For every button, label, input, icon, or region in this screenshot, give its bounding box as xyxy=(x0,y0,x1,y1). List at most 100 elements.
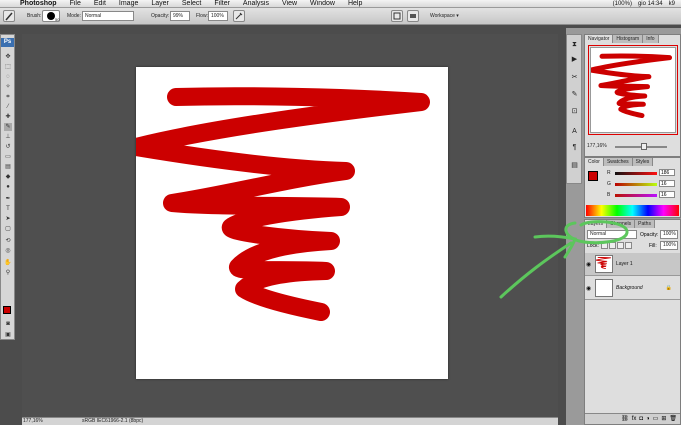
collapsed-panel-icons: ⧗ ▶ ✂ ✎ ⊡ A ¶ ▤ xyxy=(566,34,582,184)
brush-tool-icon[interactable]: ✎ xyxy=(4,123,12,131)
character-panel-icon[interactable]: A xyxy=(570,127,579,136)
history-panel-icon[interactable]: ⧗ xyxy=(570,40,579,49)
healing-tool-icon[interactable]: ✚ xyxy=(4,113,12,121)
navigator-zoom-knob[interactable] xyxy=(641,143,647,150)
color-g-slider[interactable] xyxy=(615,183,657,186)
tab-info[interactable]: Info xyxy=(643,35,659,43)
menu-file[interactable]: File xyxy=(70,0,81,8)
dodge-tool-icon[interactable]: ● xyxy=(4,183,12,191)
menu-view[interactable]: View xyxy=(282,0,297,8)
gradient-tool-icon[interactable]: ▤ xyxy=(4,163,12,171)
layer-opacity-field[interactable]: 100% xyxy=(660,230,678,239)
notes-panel-icon[interactable]: ▤ xyxy=(570,161,579,170)
adjustment-layer-icon[interactable]: ◑ xyxy=(646,414,650,424)
brushes-panel-icon[interactable]: ✎ xyxy=(570,90,579,99)
menu-edit[interactable]: Edit xyxy=(94,0,106,8)
battery-status[interactable]: (100%) xyxy=(613,0,632,8)
eyedropper-tool-icon[interactable]: ⁄ xyxy=(4,103,12,111)
move-tool-icon[interactable]: ✥ xyxy=(4,53,12,61)
fill-field[interactable]: 100% xyxy=(660,241,678,250)
color-profile[interactable]: sRGB IEC61966-2.1 (8bpc) xyxy=(82,418,143,425)
options-bar: Brush: 50 Mode: Normal Opacity: 99% Flow… xyxy=(0,8,681,25)
quick-mask-icon[interactable]: ◙ xyxy=(4,320,12,328)
marquee-tool-icon[interactable]: ⬚ xyxy=(4,63,12,71)
menu-image[interactable]: Image xyxy=(119,0,138,8)
menu-window[interactable]: Window xyxy=(310,0,335,8)
brush-size: 50 xyxy=(55,17,60,22)
layer-style-icon[interactable]: fx xyxy=(632,414,637,424)
tab-color[interactable]: Color xyxy=(585,158,604,166)
opacity-field[interactable]: 99% xyxy=(170,11,190,21)
3d-rotate-tool-icon[interactable]: ⟲ xyxy=(4,237,12,245)
clock[interactable]: gio 14:34 xyxy=(638,0,663,8)
eraser-tool-icon[interactable]: ▭ xyxy=(4,153,12,161)
menu-select[interactable]: Select xyxy=(182,0,201,8)
brush-picker[interactable]: 50 xyxy=(42,10,60,22)
tab-navigator[interactable]: Navigator xyxy=(585,35,614,43)
lock-icon: 🔒 xyxy=(665,285,672,291)
clone-source-icon[interactable]: ⊡ xyxy=(570,107,579,116)
layer-mask-icon[interactable]: ◘ xyxy=(639,414,643,424)
link-layers-icon[interactable]: ⛓ xyxy=(621,414,629,424)
3d-camera-tool-icon[interactable]: ◎ xyxy=(4,247,12,255)
bridge-button[interactable] xyxy=(407,10,419,22)
color-foreground-swatch[interactable] xyxy=(588,171,598,181)
menu-analysis[interactable]: Analysis xyxy=(243,0,269,8)
tab-paths[interactable]: Paths xyxy=(635,220,655,228)
color-b-label: B xyxy=(607,192,611,198)
new-group-icon[interactable]: ▭ xyxy=(653,414,659,424)
brush-icon xyxy=(5,12,13,21)
clone-stamp-tool-icon[interactable]: ⊥ xyxy=(4,133,12,141)
menu-filter[interactable]: Filter xyxy=(214,0,230,8)
user-name[interactable]: k9 xyxy=(669,0,675,8)
tool-presets-icon[interactable]: ✂ xyxy=(570,73,579,82)
blur-tool-icon[interactable]: ◆ xyxy=(4,173,12,181)
lasso-tool-icon[interactable]: ◌ xyxy=(4,73,12,81)
color-b-value[interactable]: 16 xyxy=(659,191,675,198)
navigator-zoom[interactable]: 177,16% xyxy=(587,143,607,149)
shape-tool-icon[interactable]: ▢ xyxy=(4,225,12,233)
mode-select[interactable]: Normal xyxy=(82,11,134,21)
flow-field[interactable]: 100% xyxy=(208,11,228,21)
crop-tool-icon[interactable]: ⌗ xyxy=(4,93,12,101)
menu-photoshop[interactable]: Photoshop xyxy=(20,0,57,8)
document-status-bar: 177,16% sRGB IEC61966-2.1 (8bpc) xyxy=(22,417,558,425)
menu-help[interactable]: Help xyxy=(348,0,362,8)
navigator-tabs: Navigator Histogram Info xyxy=(585,35,659,43)
hand-tool-icon[interactable]: ✋ xyxy=(4,259,12,267)
history-brush-tool-icon[interactable]: ↺ xyxy=(4,143,12,151)
airbrush-button[interactable] xyxy=(233,10,245,22)
foreground-color-swatch[interactable] xyxy=(3,306,11,314)
brushes-panel-button[interactable] xyxy=(391,10,403,22)
paragraph-panel-icon[interactable]: ¶ xyxy=(570,143,579,152)
tab-swatches[interactable]: Swatches xyxy=(603,158,633,166)
canvas[interactable] xyxy=(136,67,448,379)
annotation-arrow-and-circle xyxy=(499,220,629,299)
tab-histogram[interactable]: Histogram xyxy=(613,35,644,43)
screen-mode-icon[interactable]: ▣ xyxy=(4,331,12,339)
color-r-slider[interactable] xyxy=(615,172,657,175)
zoom-level[interactable]: 177,16% xyxy=(23,418,43,425)
zoom-tool-icon[interactable]: ⚲ xyxy=(4,269,12,277)
type-tool-icon[interactable]: T xyxy=(4,205,12,213)
color-g-value[interactable]: 16 xyxy=(659,180,675,187)
color-b-slider[interactable] xyxy=(615,194,657,197)
brush-tip-icon xyxy=(47,12,55,20)
mode-label: Mode: xyxy=(67,13,81,19)
color-r-value[interactable]: 186 xyxy=(659,169,675,176)
menu-bar: Photoshop File Edit Image Layer Select F… xyxy=(0,0,681,8)
flow-label: Flow: xyxy=(196,13,208,19)
navigator-scribble xyxy=(591,48,677,134)
menu-items: Photoshop File Edit Image Layer Select F… xyxy=(20,0,375,8)
navigator-thumbnail xyxy=(590,47,676,133)
menu-layer[interactable]: Layer xyxy=(151,0,169,8)
actions-panel-icon[interactable]: ▶ xyxy=(570,55,579,64)
pen-tool-icon[interactable]: ✒ xyxy=(4,195,12,203)
brush-tool-preset-button[interactable] xyxy=(3,10,15,22)
delete-layer-icon[interactable]: 🗑 xyxy=(669,414,677,424)
new-layer-icon[interactable]: ⊞ xyxy=(661,414,666,424)
workspace-menu[interactable]: Workspace ▾ xyxy=(430,13,459,19)
magic-wand-tool-icon[interactable]: ✧ xyxy=(4,83,12,91)
path-selection-tool-icon[interactable]: ➤ xyxy=(4,215,12,223)
tab-styles[interactable]: Styles xyxy=(632,158,654,166)
